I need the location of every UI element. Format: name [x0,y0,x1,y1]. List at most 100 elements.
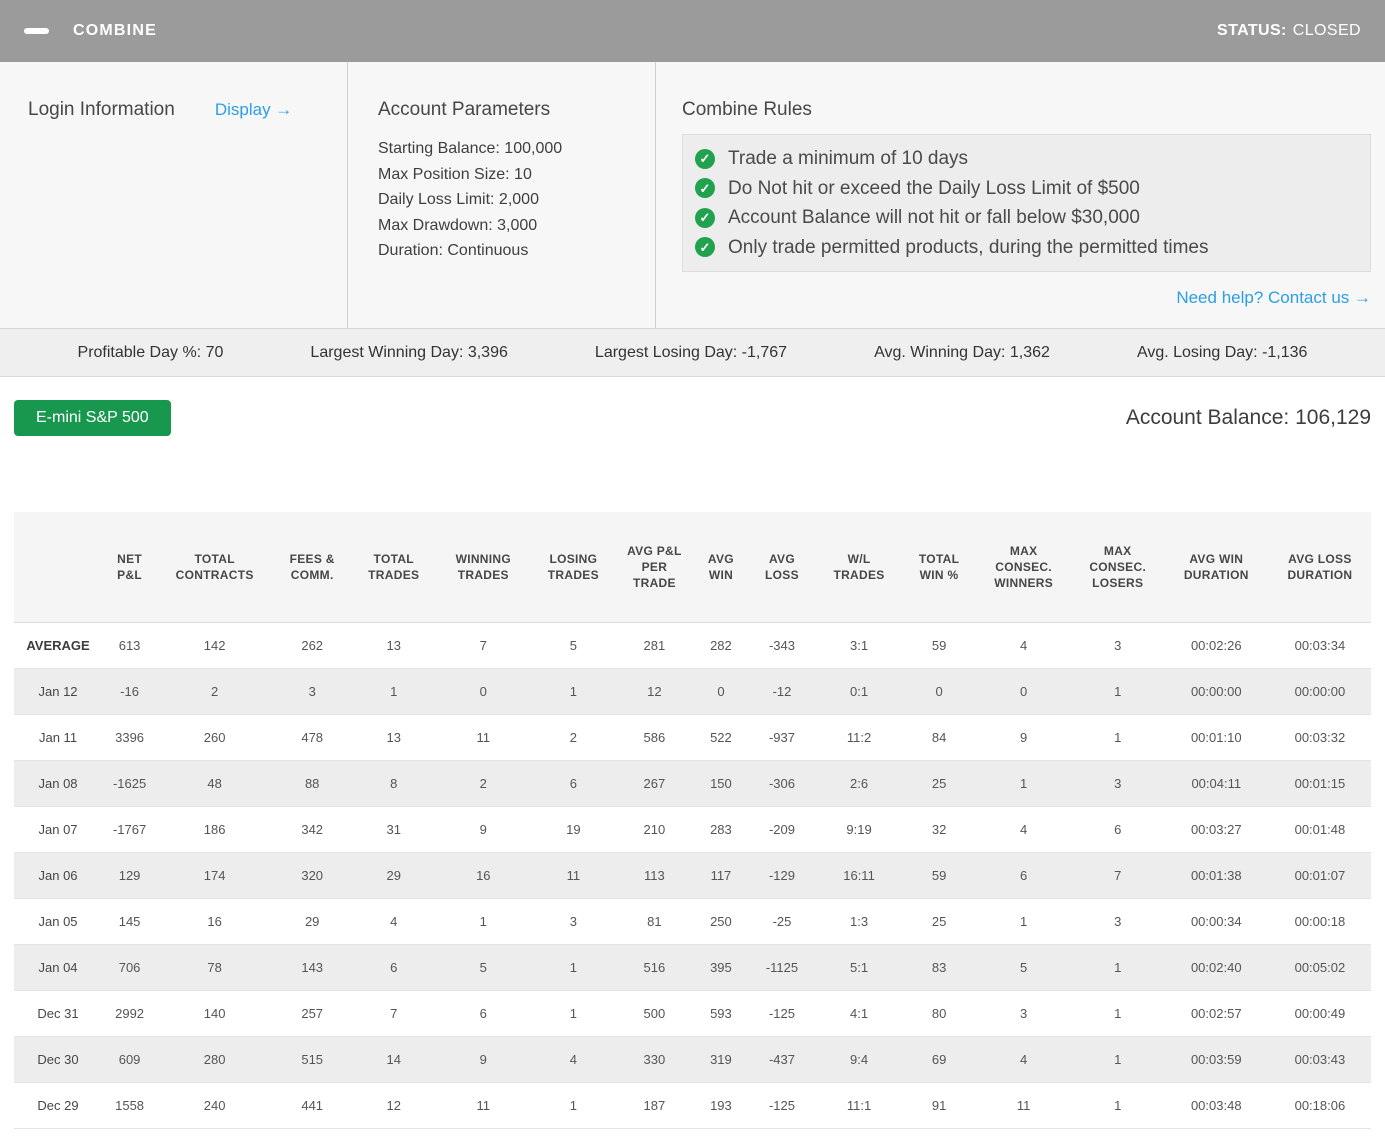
table-cell: -437 [748,1036,816,1083]
column-header [14,512,103,623]
table-cell: 12 [615,668,694,715]
table-cell: 00:00:00 [1268,668,1371,715]
rule-item: ✓ Only trade permitted products, during t… [695,233,1358,263]
table-row: Dec 30 609 280 515 14 9 4 330 319 -437 9:4 69 4 1 00:0… [14,1036,1371,1083]
table-cell: 6 [435,990,532,1037]
table-cell: 7 [1071,852,1164,899]
minimize-icon[interactable] [24,28,49,34]
table-cell: 1 [531,944,616,991]
table-cell: 5:1 [815,944,903,991]
column-header: TOTAL WIN % [902,512,976,623]
column-header: NET P&L [102,512,158,623]
table-cell: 4 [352,898,436,945]
table-cell: 32 [902,806,976,853]
table-cell: 8 [352,760,436,807]
table-cell: 441 [272,1082,353,1129]
table-cell: 2992 [102,990,158,1037]
table-cell: 00:02:40 [1163,944,1269,991]
table-cell: 88 [272,760,353,807]
table-cell: 11 [531,852,616,899]
status-label: STATUS: [1217,22,1287,39]
table-cell: 706 [102,944,158,991]
display-link[interactable]: Display → [215,100,292,120]
table-cell: 00:03:43 [1268,1036,1371,1083]
table-cell: 25 [902,760,976,807]
table-cell: 11 [975,1082,1072,1129]
table-cell: 00:01:10 [1163,714,1269,761]
table-row: Jan 06 129 174 320 29 16 11 113 117 -129 16:11 59 6 7… [14,852,1371,899]
table-cell: 0:1 [815,668,903,715]
table-cell: 00:04:11 [1163,760,1269,807]
table-cell: 150 [693,760,749,807]
rule-text: Trade a minimum of 10 days [728,148,969,169]
row-label: Jan 05 [14,898,103,945]
table-cell: 174 [157,852,273,899]
table-cell: -209 [748,806,816,853]
table-cell: 522 [693,714,749,761]
table-cell: 00:00:49 [1268,990,1371,1037]
table-cell: -125 [748,990,816,1037]
rule-text: Account Balance will not hit or fall bel… [728,207,1140,228]
rule-item: ✓ Account Balance will not hit or fall be… [695,203,1358,233]
table-cell: 145 [102,898,158,945]
table-cell: 1 [531,668,616,715]
instrument-button[interactable]: E-mini S&P 500 [14,400,171,436]
table-cell: 12 [352,1082,436,1129]
table-cell: 193 [693,1082,749,1129]
table-row: AVERAGE 613 142 262 13 7 5 281 282 -343 3:1 59 4 3 00:… [14,622,1371,669]
table-cell: 16 [157,898,273,945]
table-cell: 00:03:59 [1163,1036,1269,1083]
table-cell: 00:03:32 [1268,714,1371,761]
table-cell: 31 [352,806,436,853]
combine-rules-panel: Combine Rules ✓ Trade a minimum of 10 day… [656,62,1385,328]
account-parameters-panel: Account Parameters Starting Balance: 100… [348,62,656,328]
login-information-title: Login Information [28,99,175,120]
column-header: AVG LOSS [748,512,816,623]
table-cell: 257 [272,990,353,1037]
table-cell: 330 [615,1036,694,1083]
table-cell: 00:01:38 [1163,852,1269,899]
table-cell: 187 [615,1082,694,1129]
table-cell: -125 [748,1082,816,1129]
check-circle-icon: ✓ [695,178,715,199]
table-cell: 250 [693,898,749,945]
stat-item: Avg. Winning Day: 1,362 [874,343,1050,361]
table-cell: 1 [975,760,1072,807]
table-cell: 84 [902,714,976,761]
rule-text: Only trade permitted products, during th… [728,236,1209,258]
table-cell: 59 [902,622,976,669]
table-cell: 00:01:15 [1268,760,1371,807]
table-cell: 1 [1071,1036,1164,1083]
table-cell: 16:11 [815,852,903,899]
contact-us-link[interactable]: Need help? Contact us → [1176,288,1371,307]
daily-stats-table: NET P&L TOTAL CONTRACTS FEES & COMM. TOTAL … [14,512,1371,1129]
account-parameters-lines: Starting Balance: 100,000 Max Position S… [378,136,655,264]
table-cell: 00:01:48 [1268,806,1371,853]
table-cell: -1625 [102,760,158,807]
table-cell: -343 [748,622,816,669]
table-cell: 69 [902,1036,976,1083]
table-cell: 282 [693,622,749,669]
table-row: Jan 08 -1625 48 88 8 2 6 267 150 -306 2:6 25 1 3 00:04… [14,760,1371,807]
table-cell: 3396 [102,714,158,761]
table-cell: 0 [435,668,532,715]
parameter-line: Max Position Size: 10 [378,165,532,183]
table-cell: 515 [272,1036,353,1083]
table-header-row: NET P&L TOTAL CONTRACTS FEES & COMM. TOTAL … [14,512,1371,623]
table-cell: 5 [435,944,532,991]
table-cell: -1767 [102,806,158,853]
stat-item: Largest Losing Day: -1,767 [594,343,788,361]
check-circle-icon: ✓ [695,207,715,228]
rule-text: Do Not hit or exceed the Daily Loss Limi… [728,177,1140,199]
table-cell: 00:00:00 [1163,668,1269,715]
table-cell: 00:00:34 [1163,898,1269,945]
table-cell: 586 [615,714,694,761]
table-cell: 3:1 [815,622,903,669]
table-cell: 260 [157,714,273,761]
table-cell: 0 [902,668,976,715]
table-cell: 140 [157,990,273,1037]
table-cell: 3 [531,898,616,945]
table-cell: 00:01:07 [1268,852,1371,899]
table-cell: -12 [748,668,816,715]
table-cell: 281 [615,622,694,669]
